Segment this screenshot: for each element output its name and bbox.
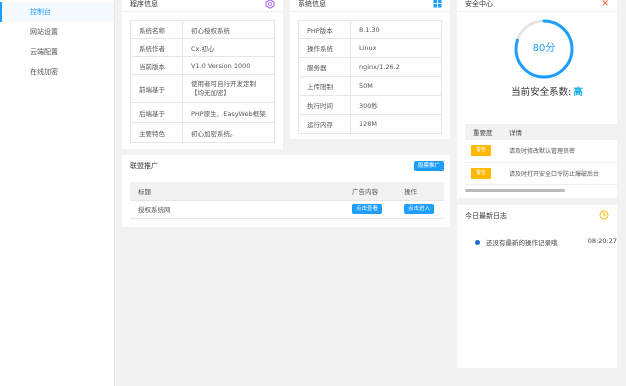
- timeline-dot-icon: [475, 240, 480, 245]
- promo-header: 联盟推广 股票推广: [122, 155, 450, 177]
- program-info-table: 系统名称 初心授权系统 系统作者 Cx.初心 当前版本 V1.0 Version 10…: [130, 20, 275, 143]
- table-row: 警告 请及时打开安全口令防止爆破后台: [465, 162, 617, 185]
- table-row: 前端基于 使用者可自行开发定制【均无加密】: [130, 74, 275, 103]
- table-row: 执行时间 300秒: [298, 95, 442, 115]
- table-row: 警告 请及时修改默认管理员密: [465, 140, 617, 163]
- row-key: 上传限制: [298, 76, 351, 96]
- column-header: 标题: [130, 182, 344, 201]
- hexagon-icon: [265, 0, 275, 12]
- row-value: 8.1.30: [350, 20, 442, 39]
- detail-text: 请及时打开安全口令防止爆破后台: [509, 162, 617, 185]
- close-icon[interactable]: ✕: [601, 0, 609, 9]
- sidebar-item-label: 控制台: [30, 8, 51, 16]
- table-row: 当前版本 V1.0 Version 1000: [130, 56, 275, 75]
- log-card: 今日最新日志 还没有最新的操作记录哦 08:20:27: [457, 205, 617, 368]
- row-key: 系统作者: [130, 38, 183, 57]
- security-title: 安全中心 ✕: [457, 0, 617, 12]
- level-label: 当前安全系数:: [511, 87, 572, 98]
- program-info-title: 程序信息: [122, 0, 283, 12]
- row-value: PHP原生、EasyWeb框架: [182, 102, 275, 123]
- row-key: 后端基于: [130, 102, 183, 123]
- log-item: 还没有最新的操作记录哦 08:20:27: [475, 237, 617, 249]
- column-header: 重要度: [465, 124, 509, 140]
- table-row: 后端基于 PHP原生、EasyWeb框架: [130, 102, 275, 123]
- table-header-row: 重要度 详情: [465, 124, 617, 140]
- row-value: Linux: [350, 38, 442, 58]
- security-level: 当前安全系数: 高: [457, 84, 617, 98]
- horizontal-scrollbar[interactable]: [465, 189, 565, 192]
- security-score-gauge: 80分: [512, 17, 576, 81]
- security-table-wrap: 重要度 详情 警告 请及时修改默认管理员密 警告 请及时打开安全口令防止爆破后台: [465, 124, 617, 185]
- row-value: Cx.初心: [182, 38, 275, 57]
- row-key: 运行内存: [298, 114, 351, 134]
- card-title-text: 安全中心: [465, 0, 493, 8]
- system-info-title: 系统信息: [290, 0, 450, 12]
- column-header: 详情: [509, 124, 617, 140]
- table-row: 服务器 nginx/1.26.2: [298, 57, 442, 77]
- view-button[interactable]: 点击查看: [352, 204, 383, 214]
- row-value: 使用者可自行开发定制【均无加密】: [182, 74, 275, 103]
- card-title-text: 程序信息: [130, 0, 158, 8]
- card-title-text: 联盟推广: [130, 162, 158, 170]
- promo-card: 联盟推广 股票推广 标题 广告内容 操作 授权系统网 点击查看 点击进入: [122, 155, 450, 227]
- sidebar: 控制台 网站设置 云端配置 在线加密: [0, 0, 115, 386]
- sidebar-item-dashboard[interactable]: 控制台: [0, 2, 114, 22]
- sidebar-item-cloud-config[interactable]: 云端配置: [0, 42, 114, 62]
- level-value: 高: [573, 87, 583, 98]
- table-row: 运行内存 128M: [298, 114, 442, 134]
- row-value: nginx/1.26.2: [350, 57, 442, 77]
- row-key: PHP版本: [298, 20, 351, 39]
- row-value: 50M: [350, 76, 442, 96]
- system-info-table: PHP版本 8.1.30 操作系统 Linux 服务器 nginx/1.26.2 上传…: [298, 20, 442, 134]
- clock-icon: [599, 210, 609, 223]
- row-key: 操作系统: [298, 38, 351, 58]
- log-text: 还没有最新的操作记录哦: [486, 239, 558, 247]
- row-key: 系统名称: [130, 20, 183, 39]
- table-row: 上传限制 50M: [298, 76, 442, 96]
- promo-table: 标题 广告内容 操作 授权系统网 点击查看 点击进入: [130, 182, 444, 219]
- log-title: 今日最新日志: [457, 205, 617, 227]
- sidebar-item-label: 网站设置: [30, 28, 58, 36]
- row-value: V1.0 Version 1000: [182, 56, 275, 75]
- column-header: 广告内容: [344, 182, 396, 201]
- sidebar-item-label: 云端配置: [30, 48, 58, 56]
- promo-button[interactable]: 股票推广: [413, 161, 444, 171]
- row-key: 主要特色: [130, 122, 183, 143]
- row-key: 前端基于: [130, 74, 183, 103]
- row-key: 当前版本: [130, 56, 183, 75]
- row-value: 初心加密系统。: [182, 122, 275, 143]
- enter-button[interactable]: 点击进入: [404, 204, 435, 214]
- row-value: 初心授权系统: [182, 20, 275, 39]
- promo-row-title: 授权系统网: [130, 200, 344, 219]
- program-info-card: 程序信息 系统名称 初心授权系统 系统作者 Cx.初心 当前版本 V1.0 Versi…: [122, 0, 283, 149]
- log-time: 08:20:27: [587, 237, 617, 245]
- table-row: 授权系统网 点击查看 点击进入: [130, 200, 444, 219]
- detail-text: 请及时修改默认管理员密: [509, 140, 617, 163]
- windows-icon: [433, 0, 442, 11]
- system-info-card: 系统信息 PHP版本 8.1.30 操作系统 Linux 服务器 nginx/1.26…: [290, 0, 450, 139]
- level-badge: 警告: [471, 145, 491, 157]
- column-header: 操作: [396, 182, 444, 201]
- score-text: 80分: [532, 43, 556, 54]
- level-badge: 警告: [471, 167, 491, 179]
- row-value: 128M: [350, 114, 442, 134]
- sidebar-item-site-settings[interactable]: 网站设置: [0, 22, 114, 42]
- table-row: 系统作者 Cx.初心: [130, 38, 275, 57]
- card-title-text: 今日最新日志: [465, 212, 507, 220]
- table-row: 操作系统 Linux: [298, 38, 442, 58]
- table-row: 系统名称 初心授权系统: [130, 20, 275, 39]
- row-key: 执行时间: [298, 95, 351, 115]
- card-title-text: 系统信息: [298, 0, 326, 8]
- table-row: PHP版本 8.1.30: [298, 20, 442, 39]
- sidebar-item-online-encrypt[interactable]: 在线加密: [0, 62, 114, 82]
- security-card: 安全中心 ✕ 80分 当前安全系数: 高 重要度 详情 警告 请及时修改默认管理员…: [457, 0, 617, 198]
- table-header-row: 标题 广告内容 操作: [130, 182, 444, 201]
- table-row: 主要特色 初心加密系统。: [130, 122, 275, 143]
- security-table: 重要度 详情 警告 请及时修改默认管理员密 警告 请及时打开安全口令防止爆破后台: [465, 124, 617, 185]
- sidebar-item-label: 在线加密: [30, 68, 58, 76]
- row-value: 300秒: [350, 95, 442, 115]
- row-key: 服务器: [298, 57, 351, 77]
